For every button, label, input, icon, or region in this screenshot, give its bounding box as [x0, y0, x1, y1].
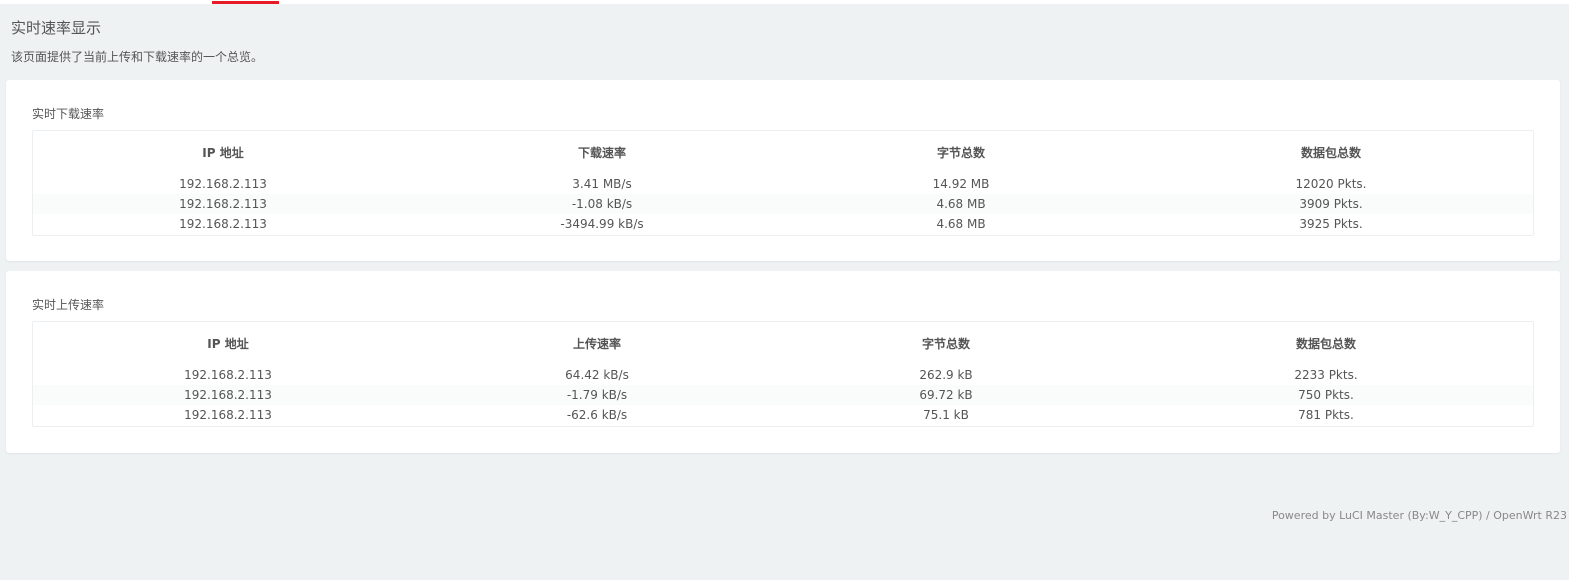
table-row: 192.168.2.113 -62.6 kB/s 75.1 kB 781 Pkt… [33, 405, 1533, 425]
cell-rate: 3.41 MB/s [572, 177, 632, 191]
table-row: 192.168.2.113 -1.79 kB/s 69.72 kB 750 Pk… [33, 385, 1533, 405]
cell-ip: 192.168.2.113 [184, 368, 272, 382]
page-title: 实时速率显示 [11, 19, 102, 37]
table-row: 192.168.2.113 64.42 kB/s 262.9 kB 2233 P… [33, 365, 1533, 385]
cell-packets: 2233 Pkts. [1294, 368, 1358, 382]
cell-bytes: 75.1 kB [923, 408, 969, 422]
download-rate-section: 实时下载速率 IP 地址 下载速率 字节总数 数据包总数 192.168.2.1… [6, 80, 1560, 261]
upload-rate-section: 实时上传速率 IP 地址 上传速率 字节总数 数据包总数 192.168.2.1… [6, 271, 1560, 453]
column-header-packets: 数据包总数 [1300, 146, 1361, 160]
table-row: 192.168.2.113 3.41 MB/s 14.92 MB 12020 P… [33, 174, 1533, 194]
cell-rate: 64.42 kB/s [565, 368, 629, 382]
upload-section-title: 实时上传速率 [32, 298, 105, 312]
cell-ip: 192.168.2.113 [179, 197, 267, 211]
column-header-bytes: 字节总数 [921, 337, 970, 351]
cell-bytes: 262.9 kB [919, 368, 973, 382]
table-row: 192.168.2.113 -1.08 kB/s 4.68 MB 3909 Pk… [33, 194, 1533, 214]
cell-ip: 192.168.2.113 [179, 177, 267, 191]
cell-rate: -62.6 kB/s [566, 408, 628, 422]
column-header-rate: 下载速率 [577, 146, 626, 160]
top-nav-bar [0, 0, 1569, 4]
table-header-row: IP 地址 下载速率 字节总数 数据包总数 [33, 143, 1533, 163]
page-description: 该页面提供了当前上传和下载速率的一个总览。 [11, 50, 264, 64]
cell-bytes: 4.68 MB [936, 197, 986, 211]
cell-packets: 781 Pkts. [1298, 408, 1354, 422]
column-header-ip: IP 地址 [202, 146, 244, 160]
cell-bytes: 4.68 MB [936, 217, 986, 231]
cell-ip: 192.168.2.113 [184, 388, 272, 402]
active-tab-indicator [212, 1, 279, 4]
cell-ip: 192.168.2.113 [179, 217, 267, 231]
download-section-title: 实时下载速率 [32, 107, 105, 121]
cell-rate: -1.08 kB/s [571, 197, 633, 211]
cell-rate: -3494.99 kB/s [560, 217, 644, 231]
cell-packets: 3909 Pkts. [1299, 197, 1363, 211]
cell-packets: 3925 Pkts. [1299, 217, 1363, 231]
cell-packets: 750 Pkts. [1298, 388, 1354, 402]
footer-credits: Powered by LuCI Master (By:W_Y_CPP) / Op… [1271, 509, 1567, 522]
table-row: 192.168.2.113 -3494.99 kB/s 4.68 MB 3925… [33, 214, 1533, 234]
table-header-row: IP 地址 上传速率 字节总数 数据包总数 [33, 334, 1533, 354]
upload-table: IP 地址 上传速率 字节总数 数据包总数 192.168.2.113 64.4… [32, 321, 1534, 427]
cell-ip: 192.168.2.113 [184, 408, 272, 422]
cell-bytes: 14.92 MB [932, 177, 990, 191]
column-header-packets: 数据包总数 [1295, 337, 1356, 351]
download-table: IP 地址 下载速率 字节总数 数据包总数 192.168.2.113 3.41… [32, 130, 1534, 236]
column-header-rate: 上传速率 [572, 337, 621, 351]
cell-bytes: 69.72 kB [919, 388, 973, 402]
column-header-ip: IP 地址 [207, 337, 249, 351]
cell-rate: -1.79 kB/s [566, 388, 628, 402]
cell-packets: 12020 Pkts. [1295, 177, 1367, 191]
column-header-bytes: 字节总数 [936, 146, 985, 160]
